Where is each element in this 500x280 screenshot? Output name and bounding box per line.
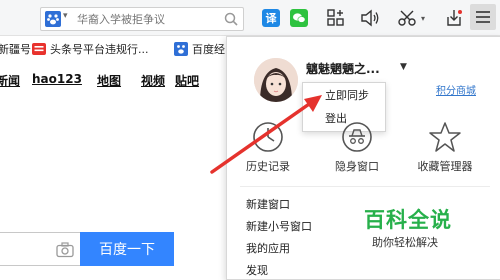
browser-toolbar: ▾ 译 [0,0,500,36]
nav-link-video[interactable]: 视频 [141,72,165,89]
nav-link-hao123[interactable]: hao123 [32,72,82,86]
username[interactable]: 魑魅魍魉之... [306,60,380,77]
watermark-subtitle: 助你轻松解决 [372,236,438,249]
user-menu-caret-icon[interactable]: ▼ [400,62,407,72]
address-search-box[interactable]: ▾ [40,7,244,31]
points-mall-link[interactable]: 积分商城 [436,82,476,97]
translate-icon[interactable]: 译 [262,9,280,27]
scissors-caret-icon[interactable]: ▾ [419,8,427,28]
menu-item-new-window[interactable]: 新建窗口 [246,196,290,212]
menu-item-new-secondary-window[interactable]: 新建小号窗口 [246,218,312,234]
baidu-paw-icon[interactable] [45,11,61,27]
search-engine-caret-icon[interactable]: ▾ [63,11,68,21]
camera-icon[interactable] [56,242,74,258]
history-clock-icon [253,122,283,152]
avatar[interactable] [254,58,298,102]
star-icon [429,122,461,152]
toutiao-icon [32,43,46,55]
bookmark-label: 新疆号 [0,43,31,56]
menu-divider [240,186,490,187]
bookmark-item[interactable]: 百度经 [174,41,225,57]
nav-link-news[interactable]: 新闻 [0,72,20,89]
incognito-button[interactable]: 隐身窗口 [322,120,392,180]
bookmark-manager-button[interactable]: 收藏管理器 [410,120,480,180]
baidu-paw-icon [174,42,188,56]
nav-link-tieba[interactable]: 贴吧 [175,72,199,89]
bookmark-item[interactable]: 新疆号 [0,41,31,57]
apps-grid-icon[interactable] [326,8,346,28]
history-button[interactable]: 历史记录 [233,120,303,180]
incognito-label: 隐身窗口 [335,160,379,173]
menu-item-my-apps[interactable]: 我的应用 [246,240,290,256]
bookmark-manager-label: 收藏管理器 [417,160,473,173]
search-input[interactable] [77,10,217,28]
bookmark-item[interactable]: 头条号平台违规行... [32,41,149,57]
incognito-icon [342,122,372,152]
search-icon[interactable] [223,11,239,27]
bookmark-label: 头条号平台违规行... [50,43,149,56]
speaker-icon[interactable] [360,8,380,28]
sync-now-item[interactable]: 立即同步 [303,85,387,107]
history-label: 历史记录 [246,160,290,173]
watermark-title: 百科全说 [364,208,452,232]
nav-link-map[interactable]: 地图 [97,72,121,89]
scissors-icon[interactable] [396,8,418,28]
bookmark-label: 百度经 [192,43,225,56]
baidu-search-input[interactable] [0,232,80,266]
download-icon[interactable] [444,8,464,28]
menu-item-discover[interactable]: 发现 [246,262,268,278]
menu-icon[interactable] [470,4,496,30]
baidu-search-button[interactable]: 百度一下 [80,232,174,266]
wechat-icon[interactable] [290,9,308,27]
